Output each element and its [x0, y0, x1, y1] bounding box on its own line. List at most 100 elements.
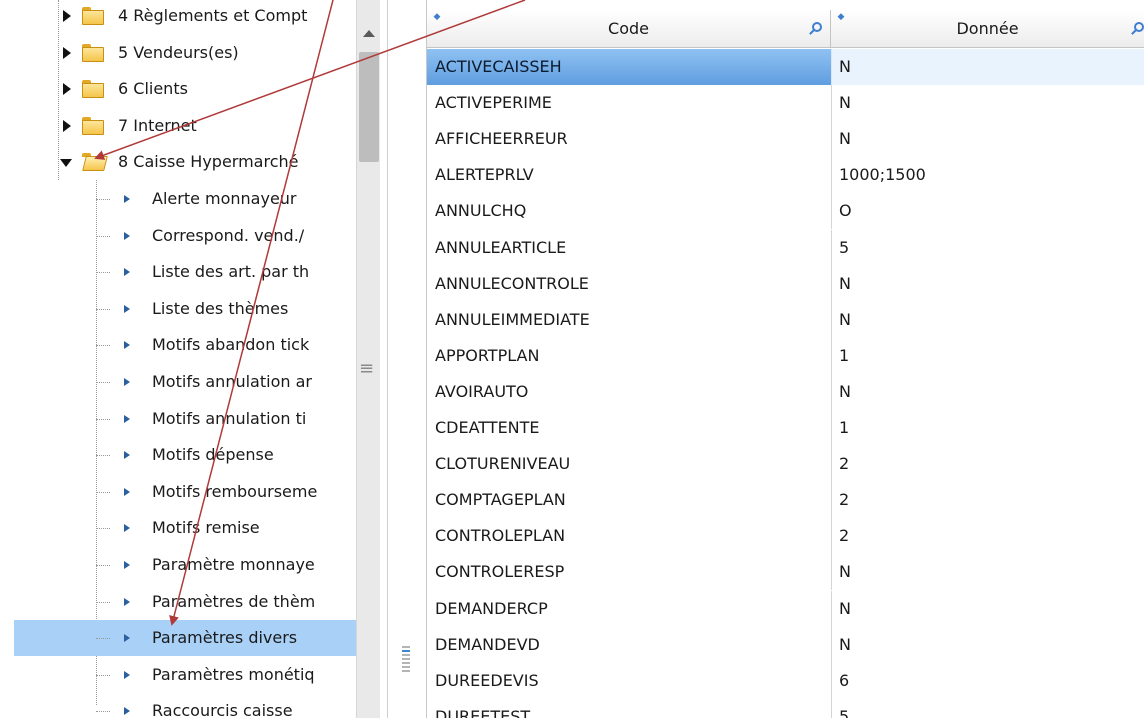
search-icon[interactable] — [1131, 22, 1144, 36]
cell-code[interactable]: ALERTEPRLV — [435, 157, 827, 193]
scroll-up-arrow-icon[interactable] — [359, 22, 379, 46]
cell-code[interactable]: CONTROLERESP — [435, 554, 827, 590]
cell-data[interactable]: N — [839, 121, 1139, 157]
tree-folder-item[interactable]: 7 Internet — [0, 108, 356, 144]
tree-folder-item[interactable]: 6 Clients — [0, 71, 356, 107]
cell-data[interactable]: N — [832, 49, 1144, 85]
table-row[interactable]: AVOIRAUTO N — [427, 373, 1144, 410]
cell-code[interactable]: ANNULCHQ — [435, 193, 827, 229]
column-header-code[interactable]: ◆ Code — [427, 10, 831, 48]
cell-data[interactable]: N — [839, 85, 1139, 121]
cell-data[interactable]: 2 — [839, 482, 1139, 518]
tree-leaf-item[interactable]: Paramètre monnaye — [0, 547, 356, 583]
cell-data[interactable]: N — [839, 266, 1139, 302]
cell-code[interactable]: ACTIVEPERIME — [435, 85, 827, 121]
cell-data[interactable]: 5 — [839, 699, 1139, 718]
cell-data[interactable]: N — [839, 627, 1139, 663]
splitter-grip-icon[interactable] — [402, 646, 410, 686]
table-row[interactable]: DEMANDEVD N — [427, 626, 1144, 663]
cell-code[interactable]: ACTIVECAISSEH — [435, 49, 827, 85]
tree-leaf-item[interactable]: Liste des art. par th — [0, 254, 356, 290]
table-row[interactable]: DUREEDEVIS 6 — [427, 662, 1144, 699]
cell-data[interactable]: 2 — [839, 446, 1139, 482]
tree-leaf-item[interactable]: Paramètres divers — [14, 620, 356, 657]
column-header-data[interactable]: ◆ Donnée — [831, 10, 1144, 48]
table-row[interactable]: ANNULCHQ O — [427, 193, 1144, 230]
cell-data[interactable]: O — [839, 193, 1139, 229]
folder-icon — [82, 43, 104, 62]
panel-splitter[interactable] — [388, 0, 426, 718]
table-row[interactable]: APPORTPLAN 1 — [427, 337, 1144, 374]
table-row[interactable]: DUREETEST 5 — [427, 698, 1144, 718]
tree-leaf-item[interactable]: Correspond. vend./ — [0, 218, 356, 254]
sort-icon[interactable]: ◆ — [433, 13, 441, 23]
search-icon[interactable] — [809, 22, 823, 36]
tree-leaf-item[interactable]: Paramètres de thèm — [0, 584, 356, 620]
expand-arrow-icon[interactable] — [63, 83, 71, 96]
cell-data[interactable]: N — [839, 302, 1139, 338]
cell-data[interactable]: 1 — [839, 338, 1139, 374]
cell-data[interactable]: N — [839, 554, 1139, 590]
tree-item-label: 4 Règlements et Compt — [118, 6, 308, 25]
table-row[interactable]: ACTIVEPERIME N — [427, 85, 1144, 122]
cell-code[interactable]: ANNULEARTICLE — [435, 230, 827, 266]
cell-code[interactable]: CDEATTENTE — [435, 410, 827, 446]
tree-leaf-item[interactable]: Motifs annulation ti — [0, 401, 356, 437]
table-row[interactable]: CONTROLERESP N — [427, 554, 1144, 591]
tree-leaf-item[interactable]: Liste des thèmes — [0, 291, 356, 327]
tree-leaf-item[interactable]: Motifs rembourseme — [0, 474, 356, 510]
table-row[interactable]: ANNULEIMMEDIATE N — [427, 301, 1144, 338]
table-row[interactable]: ALERTEPRLV 1000;1500 — [427, 157, 1144, 194]
tree-leaf-item[interactable]: Alerte monnayeur — [0, 181, 356, 217]
tree-guide-line — [96, 308, 110, 310]
cell-code[interactable]: DEMANDEVD — [435, 627, 827, 663]
triangle-bullet-icon — [124, 524, 130, 533]
table-row[interactable]: ACTIVECAISSEH N — [427, 49, 1144, 85]
cell-code[interactable]: ANNULEIMMEDIATE — [435, 302, 827, 338]
cell-code[interactable]: APPORTPLAN — [435, 338, 827, 374]
tree-guide-line — [96, 528, 110, 530]
cell-code[interactable]: COMPTAGEPLAN — [435, 482, 827, 518]
cell-data[interactable]: 2 — [839, 518, 1139, 554]
tree-folder-item[interactable]: 8 Caisse Hypermarché — [0, 144, 356, 180]
table-row[interactable]: CLOTURENIVEAU 2 — [427, 446, 1144, 483]
expand-arrow-icon[interactable] — [63, 10, 71, 22]
cell-data[interactable]: N — [839, 591, 1139, 627]
tree-leaf-item[interactable]: Motifs remise — [0, 510, 356, 546]
table-row[interactable]: ANNULECONTROLE N — [427, 265, 1144, 302]
cell-data[interactable]: 1000;1500 — [839, 157, 1139, 193]
cell-code[interactable]: ANNULECONTROLE — [435, 266, 827, 302]
table-row[interactable]: AFFICHEERREUR N — [427, 121, 1144, 158]
cell-code[interactable]: AVOIRAUTO — [435, 374, 827, 410]
expand-arrow-icon[interactable] — [63, 46, 71, 59]
cell-data[interactable]: 6 — [839, 663, 1139, 699]
table-row[interactable]: CDEATTENTE 1 — [427, 410, 1144, 446]
cell-code[interactable]: AFFICHEERREUR — [435, 121, 827, 157]
sort-icon[interactable]: ◆ — [837, 13, 845, 23]
cell-code[interactable]: DEMANDERCP — [435, 591, 827, 627]
cell-code[interactable]: CLOTURENIVEAU — [435, 446, 827, 482]
tree-item-label: Alerte monnayeur — [152, 189, 297, 208]
cell-code[interactable]: DUREETEST — [435, 699, 827, 718]
tree-leaf-item[interactable]: Motifs abandon tick — [0, 327, 356, 363]
cell-code[interactable]: CONTROLEPLAN — [435, 518, 827, 554]
column-divider — [831, 698, 832, 718]
tree-folder-item[interactable]: 5 Vendeurs(es) — [0, 35, 356, 71]
cell-data[interactable]: 1 — [839, 410, 1139, 446]
tree-leaf-item[interactable]: Motifs annulation ar — [0, 364, 356, 400]
tree-leaf-item[interactable]: Paramètres monétiq — [0, 657, 356, 693]
tree-leaf-item[interactable]: Motifs dépense — [0, 437, 356, 473]
collapse-arrow-icon[interactable] — [60, 159, 72, 168]
table-row[interactable]: CONTROLEPLAN 2 — [427, 518, 1144, 555]
table-row[interactable]: DEMANDERCP N — [427, 590, 1144, 627]
cell-data[interactable]: N — [839, 374, 1139, 410]
tree-leaf-item[interactable]: Raccourcis caisse — [0, 693, 356, 718]
tree-scroll-thumb[interactable] — [359, 52, 379, 162]
table-row[interactable]: COMPTAGEPLAN 2 — [427, 482, 1144, 519]
cell-data[interactable]: 5 — [839, 230, 1139, 266]
table-row[interactable]: ANNULEARTICLE 5 — [427, 229, 1144, 266]
cell-code[interactable]: DUREEDEVIS — [435, 663, 827, 699]
expand-arrow-icon[interactable] — [63, 119, 71, 132]
tree-folder-item[interactable]: 4 Règlements et Compt — [0, 0, 356, 34]
folder-icon — [82, 116, 104, 135]
